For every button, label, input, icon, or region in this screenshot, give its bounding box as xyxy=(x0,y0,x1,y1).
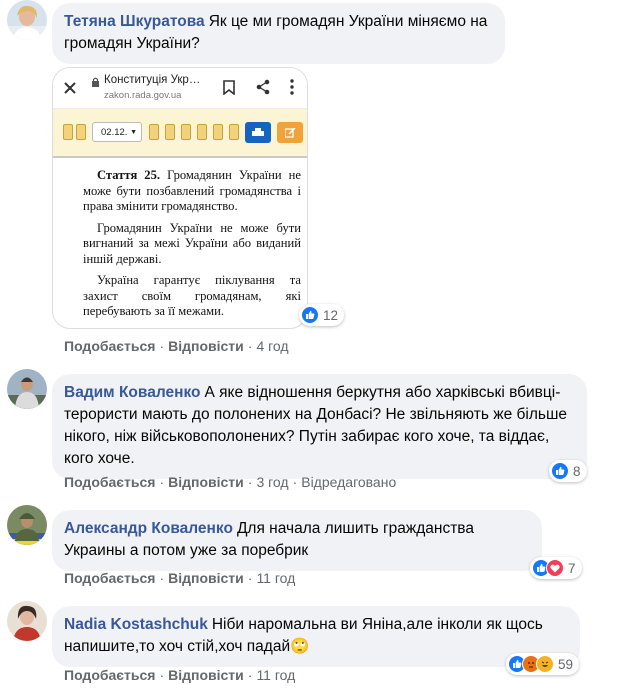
comment-author[interactable]: Nadia Kostashchuk xyxy=(64,616,208,633)
reply-link[interactable]: Відповісти xyxy=(168,667,244,683)
browser-page-title: Конституція Укр… xyxy=(104,74,201,86)
edit-button xyxy=(277,122,303,143)
print-button xyxy=(245,122,271,143)
reactions-count: 59 xyxy=(558,656,574,672)
toolbar-doc-icon xyxy=(165,124,175,140)
reactions-count: 12 xyxy=(323,307,339,323)
haha-reaction-icon xyxy=(536,655,554,673)
browser-bar: Конституція Укр… zakon.rada.gov.ua xyxy=(53,68,307,108)
separator: · xyxy=(292,474,298,490)
edited-label[interactable]: Відредаговано xyxy=(301,474,396,490)
document-paragraph: Україна гарантує піклування та захист св… xyxy=(83,273,301,320)
comment-time[interactable]: 11 год xyxy=(256,667,295,683)
avatar-photo xyxy=(7,369,47,409)
separator: · xyxy=(159,570,165,586)
version-select-value: 02.12. xyxy=(101,127,128,138)
like-link[interactable]: Подобається xyxy=(64,570,155,586)
comment-bubble: Александр Коваленко Для начала лишить гра… xyxy=(52,510,542,571)
comment-time[interactable]: 3 год xyxy=(256,474,288,490)
like-reaction-icon xyxy=(551,462,569,480)
reply-link[interactable]: Відповісти xyxy=(168,338,244,354)
separator: · xyxy=(247,474,253,490)
separator: · xyxy=(159,338,165,354)
article-heading: Стаття 25. xyxy=(97,168,161,182)
document-toolbar: 02.12. ▼ xyxy=(53,108,307,157)
reactions-badge[interactable]: 12 xyxy=(299,304,345,326)
close-icon xyxy=(64,82,76,94)
reactions-count: 8 xyxy=(573,463,581,479)
comment-time[interactable]: 11 год xyxy=(256,570,295,586)
reactions-badge[interactable]: 59 xyxy=(506,653,580,675)
comment-bubble: Тетяна Шкуратова Як це ми громадян Україн… xyxy=(52,3,505,64)
comment-actions: Подобається · Відповісти · 11 год xyxy=(64,667,295,683)
avatar[interactable] xyxy=(7,0,47,40)
toolbar-doc-icon xyxy=(229,124,239,140)
reactions-badge[interactable]: 7 xyxy=(530,557,582,579)
comment-author[interactable]: Тетяна Шкуратова xyxy=(64,13,205,30)
comment-author[interactable]: Вадим Коваленко xyxy=(64,384,200,401)
bookmark-icon xyxy=(223,80,235,95)
comment-bubble: Вадим Коваленко А яке відношення беркутня… xyxy=(52,374,587,479)
version-select: 02.12. ▼ xyxy=(92,122,142,142)
like-link[interactable]: Подобається xyxy=(64,667,155,683)
toolbar-doc-icon xyxy=(213,124,223,140)
toolbar-doc-icon xyxy=(76,124,86,140)
lock-icon xyxy=(92,77,99,87)
separator: · xyxy=(247,338,253,354)
reactions-badge[interactable]: 8 xyxy=(549,460,587,482)
separator: · xyxy=(159,474,165,490)
reply-link[interactable]: Відповісти xyxy=(168,570,244,586)
more-vert-icon xyxy=(290,79,294,95)
separator: · xyxy=(159,667,165,683)
avatar[interactable] xyxy=(7,505,47,545)
reactions-count: 7 xyxy=(568,560,576,576)
document-paragraph: Громадянин України не може бути вигнаний… xyxy=(83,221,301,268)
toolbar-doc-icon xyxy=(149,124,159,140)
comment-author[interactable]: Александр Коваленко xyxy=(64,520,233,537)
avatar-photo xyxy=(7,0,47,40)
document-paragraph: Стаття 25. Громадянин України не може бу… xyxy=(83,168,301,215)
toolbar-doc-icon xyxy=(63,124,73,140)
avatar[interactable] xyxy=(7,601,47,641)
comment-bubble: Nadia Kostashchuk Ніби наромальна ви Янін… xyxy=(52,606,580,667)
paragraph-text: Громадянин України не може бути вигнаний… xyxy=(83,220,301,266)
attached-image[interactable]: Конституція Укр… zakon.rada.gov.ua 02.12… xyxy=(52,67,308,329)
document-text: Стаття 25. Громадянин України не може бу… xyxy=(53,156,307,328)
like-link[interactable]: Подобається xyxy=(64,474,155,490)
comment-actions: Подобається · Відповісти · 3 год · Відредагова… xyxy=(64,474,396,490)
comment-actions: Подобається · Відповісти · 11 год xyxy=(64,570,295,586)
edit-icon xyxy=(285,128,296,138)
reply-link[interactable]: Відповісти xyxy=(168,474,244,490)
comment-time[interactable]: 4 год xyxy=(256,338,288,354)
paragraph-text: Україна гарантує піклування та захист св… xyxy=(83,273,301,318)
avatar-photo xyxy=(7,601,47,641)
love-reaction-icon xyxy=(546,559,564,577)
toolbar-doc-icon xyxy=(181,124,191,140)
avatar[interactable] xyxy=(7,369,47,409)
avatar-photo xyxy=(7,505,47,545)
chevron-down-icon: ▼ xyxy=(130,129,137,136)
browser-page-domain: zakon.rada.gov.ua xyxy=(104,90,182,101)
share-icon xyxy=(256,79,270,95)
comment-actions: Подобається · Відповісти · 4 год xyxy=(64,338,289,354)
like-reaction-icon xyxy=(301,306,319,324)
like-link[interactable]: Подобається xyxy=(64,338,155,354)
printer-icon xyxy=(252,128,264,136)
toolbar-doc-icon xyxy=(197,124,207,140)
separator: · xyxy=(247,667,253,683)
separator: · xyxy=(247,570,253,586)
